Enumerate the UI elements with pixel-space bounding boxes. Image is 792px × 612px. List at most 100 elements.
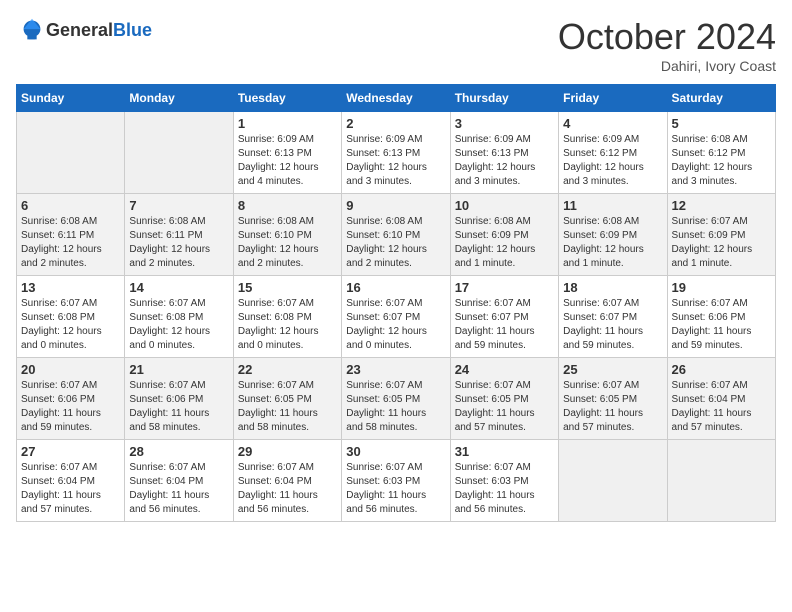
day-detail: Sunrise: 6:09 AM Sunset: 6:12 PM Dayligh… — [563, 134, 644, 187]
calendar-cell: 10 Sunrise: 6:08 AM Sunset: 6:09 PM Dayli… — [450, 194, 558, 276]
day-detail: Sunrise: 6:09 AM Sunset: 6:13 PM Dayligh… — [238, 134, 319, 187]
day-detail: Sunrise: 6:08 AM Sunset: 6:09 PM Dayligh… — [563, 216, 644, 269]
calendar-cell: 28 Sunrise: 6:07 AM Sunset: 6:04 PM Dayli… — [125, 440, 233, 522]
day-detail: Sunrise: 6:07 AM Sunset: 6:07 PM Dayligh… — [563, 298, 643, 351]
day-detail: Sunrise: 6:09 AM Sunset: 6:13 PM Dayligh… — [346, 134, 427, 187]
day-detail: Sunrise: 6:07 AM Sunset: 6:07 PM Dayligh… — [455, 298, 535, 351]
calendar-cell: 27 Sunrise: 6:07 AM Sunset: 6:04 PM Dayli… — [17, 440, 125, 522]
day-number: 29 — [238, 444, 337, 459]
day-number: 3 — [455, 116, 554, 131]
calendar-body: 1Sunrise: 6:09 AM Sunset: 6:13 PM Daylig… — [17, 112, 776, 522]
day-detail: Sunrise: 6:07 AM Sunset: 6:06 PM Dayligh… — [129, 380, 209, 433]
day-detail: Sunrise: 6:08 AM Sunset: 6:09 PM Dayligh… — [455, 216, 536, 269]
day-detail: Sunrise: 6:07 AM Sunset: 6:06 PM Dayligh… — [21, 380, 101, 433]
day-number: 23 — [346, 362, 445, 377]
calendar-week-row: 1Sunrise: 6:09 AM Sunset: 6:13 PM Daylig… — [17, 112, 776, 194]
day-number: 2 — [346, 116, 445, 131]
day-number: 13 — [21, 280, 120, 295]
calendar-cell: 16Sunrise: 6:07 AM Sunset: 6:07 PM Dayli… — [342, 276, 450, 358]
day-detail: Sunrise: 6:07 AM Sunset: 6:04 PM Dayligh… — [129, 462, 209, 515]
day-number: 11 — [563, 198, 662, 213]
logo-icon — [18, 16, 46, 44]
day-number: 28 — [129, 444, 228, 459]
calendar-cell: 7Sunrise: 6:08 AM Sunset: 6:11 PM Daylig… — [125, 194, 233, 276]
day-number: 22 — [238, 362, 337, 377]
day-detail: Sunrise: 6:08 AM Sunset: 6:11 PM Dayligh… — [21, 216, 102, 269]
day-detail: Sunrise: 6:07 AM Sunset: 6:08 PM Dayligh… — [21, 298, 102, 351]
day-number: 18 — [563, 280, 662, 295]
calendar-cell: 15Sunrise: 6:07 AM Sunset: 6:08 PM Dayli… — [233, 276, 341, 358]
header: GeneralBlue October 2024 Dahiri, Ivory C… — [16, 16, 776, 74]
calendar-cell: 18 Sunrise: 6:07 AM Sunset: 6:07 PM Dayli… — [559, 276, 667, 358]
calendar-cell: 2 Sunrise: 6:09 AM Sunset: 6:13 PM Daylig… — [342, 112, 450, 194]
day-number: 24 — [455, 362, 554, 377]
logo-blue-text: Blue — [113, 20, 152, 40]
day-number: 9 — [346, 198, 445, 213]
weekday-header: Sunday — [17, 85, 125, 112]
day-number: 20 — [21, 362, 120, 377]
day-number: 14 — [129, 280, 228, 295]
logo-general-text: General — [46, 20, 113, 40]
day-detail: Sunrise: 6:07 AM Sunset: 6:08 PM Dayligh… — [129, 298, 210, 351]
weekday-header: Friday — [559, 85, 667, 112]
calendar-week-row: 6 Sunrise: 6:08 AM Sunset: 6:11 PM Daylig… — [17, 194, 776, 276]
logo: GeneralBlue — [16, 16, 152, 44]
calendar-cell: 26Sunrise: 6:07 AM Sunset: 6:04 PM Dayli… — [667, 358, 775, 440]
calendar-week-row: 27 Sunrise: 6:07 AM Sunset: 6:04 PM Dayli… — [17, 440, 776, 522]
day-detail: Sunrise: 6:08 AM Sunset: 6:11 PM Dayligh… — [129, 216, 210, 269]
calendar-cell: 4 Sunrise: 6:09 AM Sunset: 6:12 PM Daylig… — [559, 112, 667, 194]
calendar-cell: 25Sunrise: 6:07 AM Sunset: 6:05 PM Dayli… — [559, 358, 667, 440]
calendar-cell — [125, 112, 233, 194]
day-detail: Sunrise: 6:07 AM Sunset: 6:04 PM Dayligh… — [21, 462, 101, 515]
calendar-cell: 17 Sunrise: 6:07 AM Sunset: 6:07 PM Dayli… — [450, 276, 558, 358]
calendar-cell: 9Sunrise: 6:08 AM Sunset: 6:10 PM Daylig… — [342, 194, 450, 276]
day-number: 25 — [563, 362, 662, 377]
calendar-cell: 6 Sunrise: 6:08 AM Sunset: 6:11 PM Daylig… — [17, 194, 125, 276]
calendar-cell — [17, 112, 125, 194]
day-number: 15 — [238, 280, 337, 295]
calendar-header: SundayMondayTuesdayWednesdayThursdayFrid… — [17, 85, 776, 112]
calendar-cell: 11 Sunrise: 6:08 AM Sunset: 6:09 PM Dayli… — [559, 194, 667, 276]
day-number: 31 — [455, 444, 554, 459]
day-number: 12 — [672, 198, 771, 213]
day-detail: Sunrise: 6:07 AM Sunset: 6:03 PM Dayligh… — [346, 462, 426, 515]
weekday-header: Thursday — [450, 85, 558, 112]
day-detail: Sunrise: 6:07 AM Sunset: 6:05 PM Dayligh… — [238, 380, 318, 433]
calendar-cell: 23Sunrise: 6:07 AM Sunset: 6:05 PM Dayli… — [342, 358, 450, 440]
day-number: 21 — [129, 362, 228, 377]
day-number: 30 — [346, 444, 445, 459]
calendar-cell: 20 Sunrise: 6:07 AM Sunset: 6:06 PM Dayli… — [17, 358, 125, 440]
calendar-cell: 21 Sunrise: 6:07 AM Sunset: 6:06 PM Dayli… — [125, 358, 233, 440]
day-number: 5 — [672, 116, 771, 131]
day-detail: Sunrise: 6:07 AM Sunset: 6:04 PM Dayligh… — [672, 380, 752, 433]
calendar-cell: 22 Sunrise: 6:07 AM Sunset: 6:05 PM Dayli… — [233, 358, 341, 440]
calendar-cell — [667, 440, 775, 522]
day-detail: Sunrise: 6:07 AM Sunset: 6:04 PM Dayligh… — [238, 462, 318, 515]
calendar-cell: 14 Sunrise: 6:07 AM Sunset: 6:08 PM Dayli… — [125, 276, 233, 358]
calendar-cell: 19Sunrise: 6:07 AM Sunset: 6:06 PM Dayli… — [667, 276, 775, 358]
day-number: 27 — [21, 444, 120, 459]
day-number: 4 — [563, 116, 662, 131]
day-number: 8 — [238, 198, 337, 213]
calendar-cell: 8Sunrise: 6:08 AM Sunset: 6:10 PM Daylig… — [233, 194, 341, 276]
location-title: Dahiri, Ivory Coast — [558, 58, 776, 74]
calendar-cell: 12Sunrise: 6:07 AM Sunset: 6:09 PM Dayli… — [667, 194, 775, 276]
calendar-cell: 29 Sunrise: 6:07 AM Sunset: 6:04 PM Dayli… — [233, 440, 341, 522]
calendar-cell: 5Sunrise: 6:08 AM Sunset: 6:12 PM Daylig… — [667, 112, 775, 194]
day-number: 6 — [21, 198, 120, 213]
weekday-header: Wednesday — [342, 85, 450, 112]
day-detail: Sunrise: 6:07 AM Sunset: 6:05 PM Dayligh… — [455, 380, 535, 433]
weekday-row: SundayMondayTuesdayWednesdayThursdayFrid… — [17, 85, 776, 112]
day-detail: Sunrise: 6:07 AM Sunset: 6:07 PM Dayligh… — [346, 298, 427, 351]
day-number: 17 — [455, 280, 554, 295]
calendar-cell — [559, 440, 667, 522]
day-number: 10 — [455, 198, 554, 213]
calendar-cell: 24 Sunrise: 6:07 AM Sunset: 6:05 PM Dayli… — [450, 358, 558, 440]
day-detail: Sunrise: 6:07 AM Sunset: 6:03 PM Dayligh… — [455, 462, 535, 515]
weekday-header: Saturday — [667, 85, 775, 112]
day-detail: Sunrise: 6:09 AM Sunset: 6:13 PM Dayligh… — [455, 134, 536, 187]
calendar-cell: 13 Sunrise: 6:07 AM Sunset: 6:08 PM Dayli… — [17, 276, 125, 358]
month-title: October 2024 — [558, 16, 776, 58]
calendar-cell: 1Sunrise: 6:09 AM Sunset: 6:13 PM Daylig… — [233, 112, 341, 194]
calendar-cell: 31 Sunrise: 6:07 AM Sunset: 6:03 PM Dayli… — [450, 440, 558, 522]
